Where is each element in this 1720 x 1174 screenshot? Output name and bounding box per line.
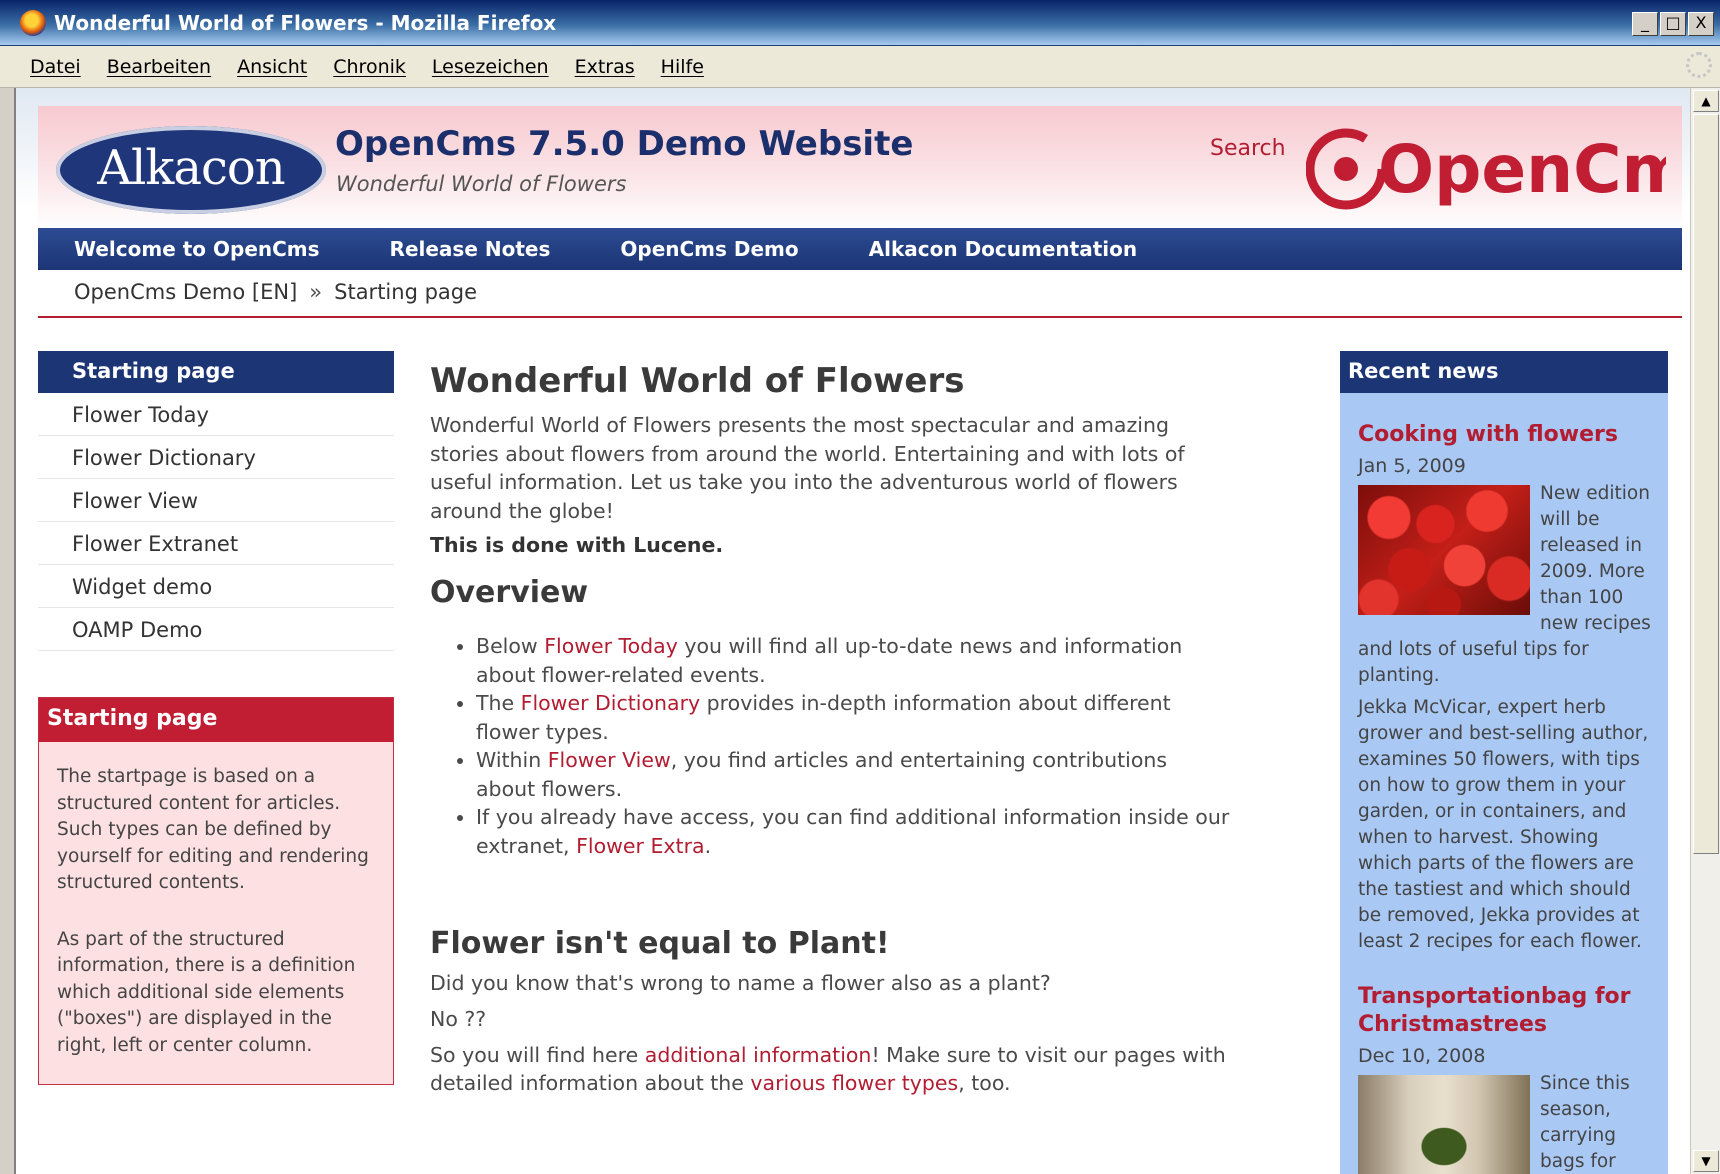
- nav-welcome[interactable]: Welcome to OpenCms: [74, 237, 320, 261]
- recent-news-heading: Recent news: [1340, 351, 1668, 393]
- minimize-button[interactable]: _: [1632, 12, 1658, 36]
- nav-release-notes[interactable]: Release Notes: [390, 237, 551, 261]
- leftnav-item-flower-today[interactable]: Flower Today: [38, 393, 394, 436]
- intro-text: Wonderful World of Flowers presents the …: [430, 413, 1185, 523]
- breadcrumb-item-current[interactable]: Starting page: [334, 280, 477, 304]
- plant-question: Did you know that's wrong to name a flow…: [430, 971, 1051, 995]
- list-item: Within Flower View, you find articles an…: [476, 746, 1230, 803]
- menubar: Datei Bearbeiten Ansicht Chronik Lesezei…: [0, 46, 1720, 88]
- christmas-tree-image[interactable]: [1358, 1075, 1530, 1174]
- leftnav-item-flower-view[interactable]: Flower View: [38, 479, 394, 522]
- para-text: So you will find here: [430, 1043, 645, 1067]
- link-flower-dictionary[interactable]: Flower Dictionary: [521, 691, 701, 715]
- header-divider: [38, 316, 1682, 318]
- news-teaser-text: Since this season, carrying bags for chr…: [1540, 1073, 1630, 1172]
- link-various-flower-types[interactable]: various flower types: [750, 1071, 958, 1095]
- news-title-link[interactable]: Cooking with flowers: [1358, 421, 1658, 449]
- menu-datei[interactable]: Datei: [30, 56, 81, 78]
- overview-list: Below Flower Today you will find all up-…: [430, 632, 1230, 860]
- news-teaser: New edition will be released in 2009. Mo…: [1358, 481, 1658, 689]
- search-link[interactable]: Search: [1210, 136, 1286, 161]
- menu-extras[interactable]: Extras: [575, 56, 635, 78]
- menu-lesezeichen[interactable]: Lesezeichen: [432, 56, 549, 78]
- breadcrumb-item-home[interactable]: OpenCms Demo [EN]: [74, 280, 297, 304]
- browser-viewport: Alkacon OpenCms 7.5.0 Demo Website Wonde…: [14, 88, 1690, 1174]
- news-item: Transportationbag for Christmastrees Dec…: [1340, 983, 1668, 1174]
- site-subtitle: Wonderful World of Flowers: [336, 172, 627, 196]
- recent-news-box: Recent news Cooking with flowers Jan 5, …: [1340, 351, 1668, 1174]
- list-text: .: [704, 833, 712, 858]
- top-navigation: Welcome to OpenCms Release Notes OpenCms…: [38, 228, 1682, 270]
- site-header: Alkacon OpenCms 7.5.0 Demo Website Wonde…: [38, 106, 1682, 228]
- menu-hilfe[interactable]: Hilfe: [661, 56, 704, 78]
- window-titlebar: Wonderful World of Flowers - Mozilla Fir…: [0, 0, 1720, 46]
- scroll-up-icon[interactable]: ▲: [1693, 90, 1719, 112]
- menu-ansicht[interactable]: Ansicht: [237, 56, 307, 78]
- breadcrumb-separator: »: [309, 280, 323, 304]
- page-title: Wonderful World of Flowers: [430, 361, 965, 401]
- list-item: The Flower Dictionary provides in-depth …: [476, 689, 1230, 746]
- info-box-paragraph: As part of the structured information, t…: [57, 928, 356, 1056]
- vertical-scrollbar[interactable]: ▲ ▼: [1690, 88, 1720, 1174]
- news-body-text: Jekka McVicar, expert herb grower and be…: [1358, 697, 1649, 952]
- news-date: Dec 10, 2008: [1358, 1045, 1486, 1067]
- plant-more-info: So you will find here additional informa…: [430, 1041, 1230, 1097]
- lucene-note: This is done with Lucene.: [430, 533, 724, 557]
- link-flower-extra[interactable]: Flower Extra: [576, 834, 704, 858]
- leftnav-item-widget-demo[interactable]: Widget demo: [38, 565, 394, 608]
- leftnav-active-item[interactable]: Starting page: [38, 351, 394, 393]
- list-text: Below: [476, 634, 545, 658]
- news-date: Jan 5, 2009: [1358, 455, 1466, 477]
- news-teaser: Since this season, carrying bags for chr…: [1358, 1071, 1658, 1174]
- alkacon-logo[interactable]: Alkacon: [56, 126, 326, 214]
- menu-chronik[interactable]: Chronik: [333, 56, 406, 78]
- link-additional-information[interactable]: additional information: [645, 1043, 872, 1067]
- site-title: OpenCms 7.5.0 Demo Website: [335, 124, 914, 164]
- opencms-logo-text: OpenCms: [1378, 131, 1666, 208]
- leftnav-item-flower-dictionary[interactable]: Flower Dictionary: [38, 436, 394, 479]
- firefox-icon: [20, 9, 46, 36]
- left-navigation: Starting page Flower Today Flower Dictio…: [38, 351, 394, 651]
- list-item: If you already have access, you can find…: [476, 803, 1230, 860]
- main-content: Wonderful World of Flowers Wonderful Wor…: [430, 361, 1230, 1097]
- leftnav-item-oamp-demo[interactable]: OAMP Demo: [38, 608, 394, 651]
- info-box: Starting page The startpage is based on …: [38, 697, 394, 1085]
- overview-heading: Overview: [430, 575, 589, 610]
- menu-bearbeiten[interactable]: Bearbeiten: [107, 56, 211, 78]
- web-page: Alkacon OpenCms 7.5.0 Demo Website Wonde…: [38, 106, 1682, 1174]
- link-flower-view[interactable]: Flower View: [548, 748, 671, 772]
- plant-heading: Flower isn't equal to Plant!: [430, 926, 890, 961]
- window-controls: _ □ X: [1632, 12, 1714, 36]
- list-text: The: [476, 691, 521, 715]
- leftnav-item-flower-extranet[interactable]: Flower Extranet: [38, 522, 394, 565]
- info-box-title: Starting page: [39, 698, 393, 742]
- plant-answer: No ??: [430, 1007, 487, 1031]
- info-box-paragraph: The startpage is based on a structured c…: [57, 766, 369, 893]
- window-title: Wonderful World of Flowers - Mozilla Fir…: [54, 10, 557, 35]
- close-button[interactable]: X: [1688, 12, 1714, 36]
- list-item: Below Flower Today you will find all up-…: [476, 632, 1230, 689]
- news-item: Cooking with flowers Jan 5, 2009 New edi…: [1340, 421, 1668, 955]
- para-text: , too.: [958, 1071, 1011, 1095]
- throbber-icon: [1686, 52, 1712, 78]
- breadcrumb: OpenCms Demo [EN] » Starting page: [74, 280, 477, 304]
- link-flower-today[interactable]: Flower Today: [544, 634, 678, 658]
- list-text: Within: [476, 748, 548, 772]
- alkacon-logo-text: Alkacon: [97, 140, 285, 196]
- strawberries-image[interactable]: [1358, 485, 1530, 615]
- scroll-thumb[interactable]: [1693, 114, 1719, 854]
- scroll-down-icon[interactable]: ▼: [1693, 1150, 1719, 1172]
- news-title-link[interactable]: Transportationbag for Christmastrees: [1358, 983, 1658, 1039]
- nav-opencms-demo[interactable]: OpenCms Demo: [620, 237, 798, 261]
- maximize-button[interactable]: □: [1660, 12, 1686, 36]
- opencms-logo[interactable]: OpenCms: [1306, 124, 1666, 214]
- nav-alkacon-documentation[interactable]: Alkacon Documentation: [869, 237, 1137, 261]
